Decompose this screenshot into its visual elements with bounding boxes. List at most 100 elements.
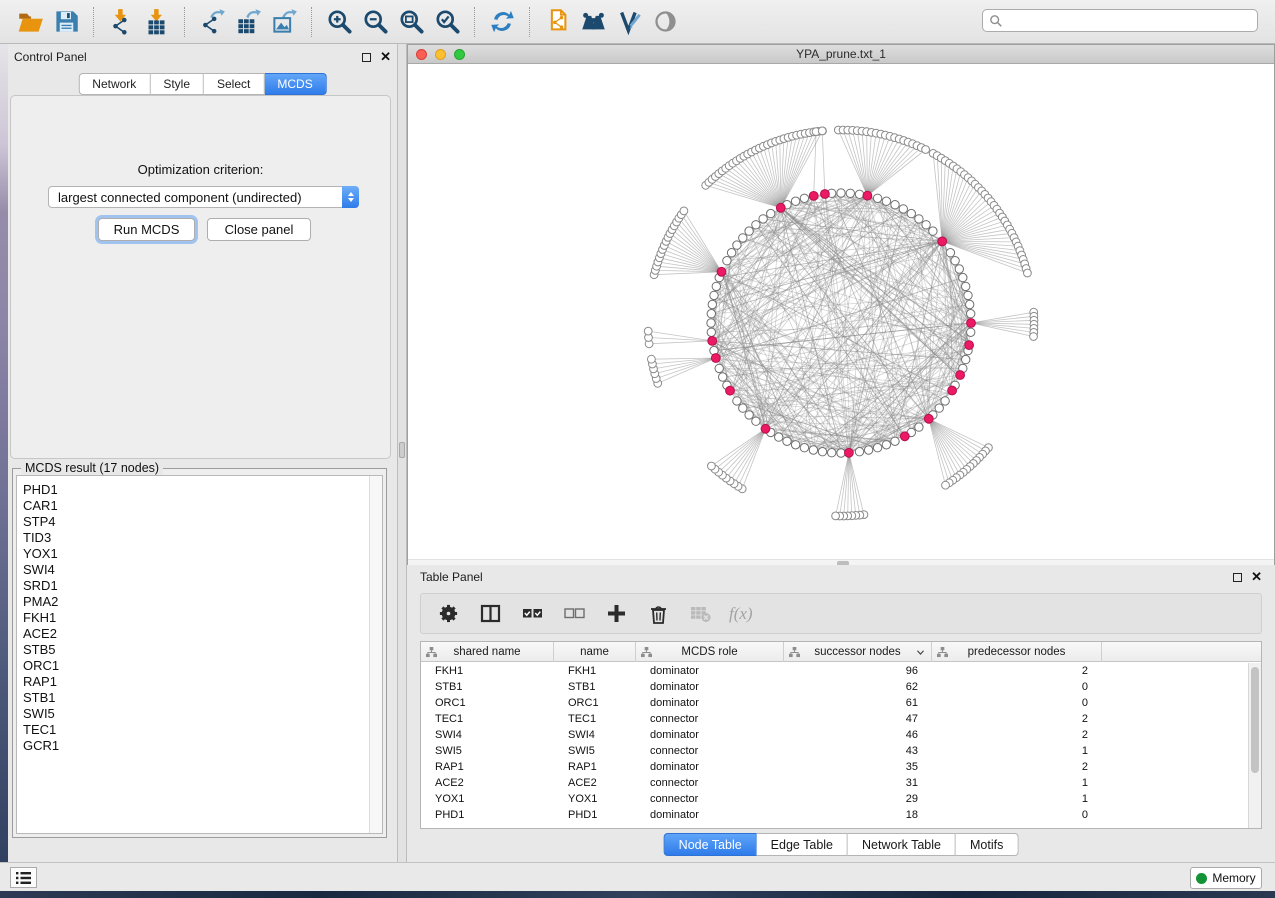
mcds-list-scrollbar[interactable] (369, 476, 382, 833)
network-node[interactable] (775, 433, 783, 441)
column-view-button[interactable] (477, 601, 503, 627)
network-node[interactable] (882, 441, 890, 449)
export-network-button[interactable] (194, 4, 230, 40)
network-node[interactable] (723, 257, 731, 265)
network-node[interactable] (873, 444, 881, 452)
table-row[interactable]: TEC1TEC1connector472 (421, 711, 1261, 727)
run-mcds-button[interactable]: Run MCDS (98, 218, 195, 241)
network-node[interactable] (828, 449, 836, 457)
zoom-fit-button[interactable] (393, 4, 429, 40)
mcds-result-item[interactable]: TID3 (17, 530, 382, 546)
network-hub-node[interactable] (956, 371, 965, 380)
network-node[interactable] (967, 310, 975, 318)
network-satellite-node[interactable] (942, 481, 950, 489)
network-hub-node[interactable] (967, 319, 976, 328)
table-row[interactable]: YOX1YOX1connector291 (421, 791, 1261, 807)
network-node[interactable] (791, 441, 799, 449)
network-node[interactable] (800, 194, 808, 202)
network-hub-node[interactable] (948, 386, 957, 395)
mcds-result-item[interactable]: ACE2 (17, 626, 382, 642)
zoom-selected-button[interactable] (429, 4, 465, 40)
network-node[interactable] (783, 437, 791, 445)
table-row[interactable]: PHD1PHD1dominator180 (421, 807, 1261, 823)
mcds-result-list[interactable]: PHD1CAR1STP4TID3YOX1SWI4SRD1PMA2FKH1ACE2… (16, 475, 383, 834)
mcds-result-item[interactable]: CAR1 (17, 498, 382, 514)
column-header-MCDS-role[interactable]: MCDS role (636, 642, 784, 662)
apply-layout-button[interactable] (484, 4, 520, 40)
import-network-button[interactable] (103, 4, 139, 40)
mcds-result-item[interactable]: PMA2 (17, 594, 382, 610)
network-satellite-node[interactable] (708, 462, 716, 470)
maximize-window-icon[interactable] (454, 49, 465, 60)
network-satellite-node[interactable] (818, 127, 826, 135)
network-node[interactable] (707, 310, 715, 318)
network-node[interactable] (818, 448, 826, 456)
network-node[interactable] (907, 209, 915, 217)
table-row[interactable]: RAP1RAP1dominator352 (421, 759, 1261, 775)
network-hub-node[interactable] (809, 192, 818, 201)
network-satellite-node[interactable] (648, 355, 656, 363)
export-table-button[interactable] (230, 4, 266, 40)
mcds-result-item[interactable]: YOX1 (17, 546, 382, 562)
tab-style[interactable]: Style (150, 73, 204, 95)
table-vscrollbar[interactable] (1248, 663, 1261, 828)
settings-button[interactable] (435, 601, 461, 627)
column-header-name[interactable]: name (554, 642, 636, 662)
add-row-button[interactable] (603, 601, 629, 627)
network-node[interactable] (727, 249, 735, 257)
mcds-result-item[interactable]: GCR1 (17, 738, 382, 754)
column-header-shared-name[interactable]: shared name (421, 642, 554, 662)
mcds-result-item[interactable]: SWI4 (17, 562, 382, 578)
tab-mcds[interactable]: MCDS (264, 73, 326, 95)
mcds-result-item[interactable]: FKH1 (17, 610, 382, 626)
network-node[interactable] (846, 189, 854, 197)
network-node[interactable] (873, 194, 881, 202)
network-node[interactable] (882, 197, 890, 205)
zoom-in-button[interactable] (321, 4, 357, 40)
find-button[interactable] (575, 4, 611, 40)
column-header-successor-nodes[interactable]: successor nodes (784, 642, 932, 662)
network-hub-node[interactable] (717, 267, 726, 276)
network-node[interactable] (715, 364, 723, 372)
network-node[interactable] (966, 300, 974, 308)
network-node[interactable] (855, 448, 863, 456)
save-session-button[interactable] (48, 4, 84, 40)
network-hub-node[interactable] (711, 354, 720, 363)
network-node[interactable] (967, 328, 975, 336)
network-node[interactable] (791, 197, 799, 205)
network-node[interactable] (733, 397, 741, 405)
delete-row-button[interactable] (645, 601, 671, 627)
network-satellite-node[interactable] (680, 207, 688, 215)
network-node[interactable] (855, 190, 863, 198)
network-node[interactable] (739, 404, 747, 412)
network-node[interactable] (712, 282, 720, 290)
network-node[interactable] (891, 437, 899, 445)
memory-button[interactable]: Memory (1190, 867, 1262, 889)
tab-select[interactable]: Select (204, 73, 264, 95)
network-node[interactable] (752, 221, 760, 229)
mcds-result-item[interactable]: STP4 (17, 514, 382, 530)
network-node[interactable] (707, 328, 715, 336)
network-hub-node[interactable] (761, 424, 770, 433)
network-node[interactable] (946, 249, 954, 257)
splitter-handle[interactable] (399, 442, 405, 458)
close-window-icon[interactable] (416, 49, 427, 60)
network-node[interactable] (891, 201, 899, 209)
table-row[interactable]: STB1STB1dominator620 (421, 679, 1261, 695)
criterion-dropdown[interactable]: largest connected component (undirected) (48, 186, 359, 208)
network-node[interactable] (959, 273, 967, 281)
network-node[interactable] (964, 291, 972, 299)
network-hub-node[interactable] (965, 341, 974, 350)
network-node[interactable] (951, 257, 959, 265)
mcds-result-item[interactable]: PHD1 (17, 482, 382, 498)
tab-network[interactable]: Network (78, 73, 150, 95)
close-panel-button[interactable]: Close panel (207, 218, 311, 241)
network-satellite-node[interactable] (832, 512, 840, 520)
network-hub-node[interactable] (726, 386, 735, 395)
tab-network-table[interactable]: Network Table (848, 833, 956, 856)
network-hub-node[interactable] (708, 337, 717, 346)
network-node[interactable] (745, 411, 753, 419)
mcds-result-item[interactable]: RAP1 (17, 674, 382, 690)
mcds-result-item[interactable]: STB5 (17, 642, 382, 658)
network-hub-node[interactable] (845, 448, 854, 457)
